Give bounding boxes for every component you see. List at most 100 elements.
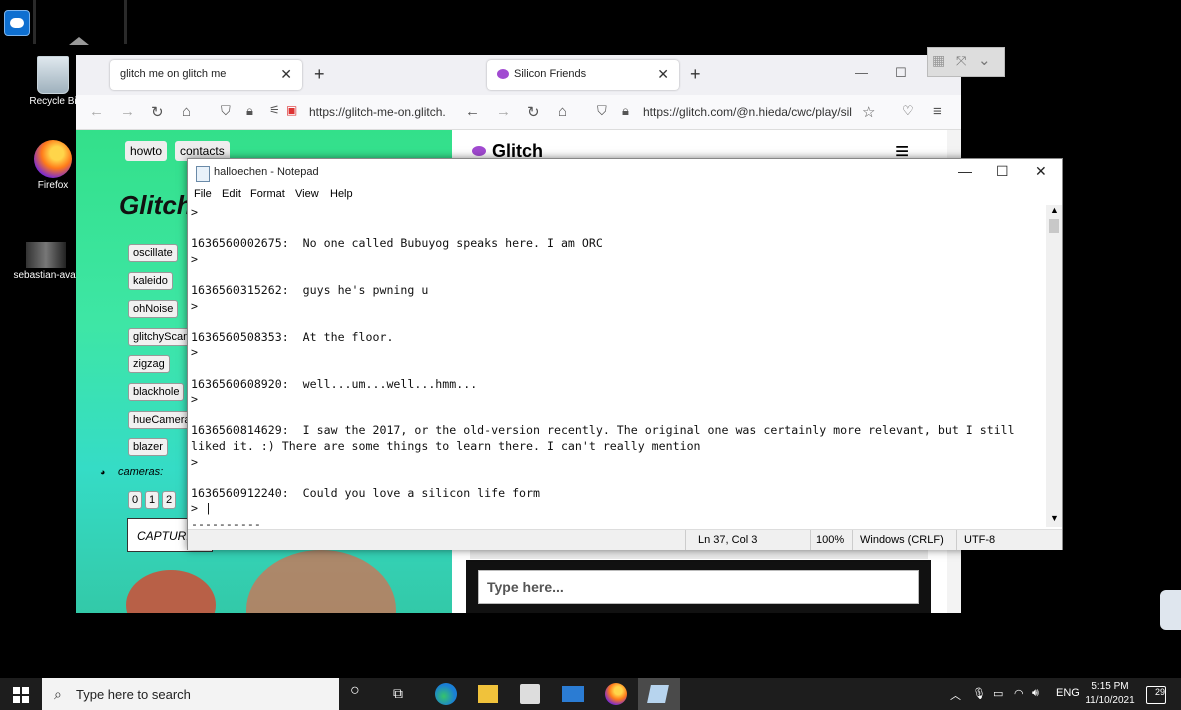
- file-explorer-icon[interactable]: [478, 685, 498, 703]
- language-indicator[interactable]: ENG: [1056, 687, 1080, 699]
- new-tab-icon[interactable]: +: [690, 64, 701, 85]
- minimize-icon[interactable]: —: [855, 65, 868, 80]
- microphone-icon[interactable]: 🎙︎: [972, 687, 986, 700]
- grid-icon[interactable]: ▦: [932, 52, 945, 69]
- lock-icon[interactable]: 🔒︎: [246, 103, 253, 119]
- chat-input[interactable]: Type here...: [478, 570, 919, 604]
- new-tab-icon[interactable]: +: [314, 64, 325, 85]
- lock-icon[interactable]: 🔒︎: [622, 103, 629, 119]
- scroll-up-icon[interactable]: ▲: [1050, 205, 1059, 215]
- notifications-icon[interactable]: 29: [1146, 686, 1166, 704]
- camera-button-0[interactable]: 0: [128, 491, 143, 509]
- text-line: >: [191, 345, 198, 360]
- menu-help[interactable]: Help: [330, 188, 353, 200]
- text-line: >: [191, 454, 198, 469]
- edge-icon[interactable]: [435, 683, 457, 705]
- cortana-icon[interactable]: ○: [350, 682, 374, 706]
- camera-blocked-icon[interactable]: ▣: [286, 103, 297, 117]
- effect-button-oscillate[interactable]: oscillate: [128, 244, 178, 262]
- shield-icon[interactable]: ⛉: [597, 103, 607, 119]
- task-view-icon[interactable]: ⧉: [393, 685, 417, 709]
- remote-toolbar-widget[interactable]: ▦ ⤧ ⌄: [927, 47, 1005, 77]
- text-line: [191, 267, 1046, 283]
- close-tab-icon[interactable]: ✕: [657, 66, 669, 83]
- home-icon[interactable]: ⌂: [182, 103, 191, 120]
- notepad-taskbar-button[interactable]: [638, 678, 680, 710]
- firefox-icon[interactable]: [605, 683, 627, 705]
- maximize-icon[interactable]: ☐: [895, 65, 907, 81]
- windows-start-icon[interactable]: [13, 687, 29, 703]
- window-title: halloechen - Notepad: [214, 166, 319, 178]
- system-clock[interactable]: 5:15 PM 11/10/2021: [1082, 680, 1138, 708]
- effect-button-blackhole[interactable]: blackhole: [128, 383, 185, 401]
- scrollbar-thumb[interactable]: [1049, 219, 1059, 233]
- battery-icon[interactable]: ▭: [993, 687, 1003, 700]
- chevron-down-icon[interactable]: ⌄: [978, 51, 991, 69]
- pocket-icon[interactable]: ♡: [902, 103, 914, 119]
- effect-button-blazer[interactable]: blazer: [128, 438, 168, 456]
- fullscreen-icon[interactable]: ⤧: [956, 53, 966, 69]
- effect-button-kaleido[interactable]: kaleido: [128, 272, 173, 290]
- store-icon[interactable]: [520, 684, 540, 704]
- status-divider: [685, 530, 686, 550]
- search-icon: ⌕: [54, 686, 62, 702]
- effect-button-zigzag[interactable]: zigzag: [128, 355, 170, 373]
- howto-link[interactable]: howto: [125, 141, 168, 161]
- tab-glitch-me[interactable]: glitch me on glitch me ✕: [110, 60, 302, 90]
- menu-format[interactable]: Format: [250, 188, 285, 200]
- teamviewer-icon[interactable]: [4, 10, 30, 36]
- text-line: 1636560814629: I saw the 2017, or the ol…: [191, 423, 1015, 438]
- menu-view[interactable]: View: [295, 188, 319, 200]
- url-field[interactable]: https://glitch.com/@n.hieda/cwc/play/sil: [643, 105, 852, 119]
- bookmark-star-icon[interactable]: ☆: [862, 103, 875, 121]
- teamviewer-side-panel-icon[interactable]: [1160, 590, 1181, 630]
- reload-icon[interactable]: ↻: [527, 103, 540, 121]
- show-hidden-icons-icon[interactable]: ︿: [950, 687, 961, 703]
- volume-icon[interactable]: 🔊︎: [1032, 687, 1039, 700]
- reload-icon[interactable]: ↻: [151, 103, 164, 121]
- mail-icon[interactable]: [562, 686, 584, 702]
- url-field[interactable]: https://glitch-me-on.glitch.: [309, 105, 446, 119]
- status-divider: [810, 530, 811, 550]
- text-line: [191, 361, 1046, 377]
- camera-button-1[interactable]: 1: [145, 491, 160, 509]
- close-tab-icon[interactable]: ✕: [280, 66, 292, 83]
- forward-icon[interactable]: →: [496, 103, 511, 120]
- camera-button-2[interactable]: 2: [162, 491, 177, 509]
- maximize-icon[interactable]: ☐: [996, 163, 1009, 180]
- tab-strip: glitch me on glitch me ✕ +: [76, 55, 454, 95]
- forward-icon[interactable]: →: [120, 103, 135, 120]
- status-divider: [956, 530, 957, 550]
- text-editor-area[interactable]: > 1636560002675: No one called Bubuyog s…: [191, 205, 1046, 527]
- permissions-icon[interactable]: ⚟: [269, 103, 280, 117]
- menu-icon[interactable]: ≡: [933, 103, 942, 120]
- effect-button-glitchyscan[interactable]: glitchyScan: [128, 328, 195, 346]
- camera-icon: ◕: [100, 467, 106, 477]
- vertical-scrollbar[interactable]: ▲ ▼: [1046, 205, 1062, 527]
- effect-button-ohnoise[interactable]: ohNoise: [128, 300, 179, 318]
- shield-icon[interactable]: ⛉: [221, 103, 231, 119]
- close-icon[interactable]: ✕: [1035, 163, 1047, 180]
- glitch-logo-icon: [472, 146, 486, 156]
- notepad-icon: [647, 685, 669, 703]
- menu-edit[interactable]: Edit: [222, 188, 241, 200]
- tab-silicon-friends[interactable]: Silicon Friends ✕: [487, 60, 679, 90]
- scroll-down-icon[interactable]: ▼: [1050, 513, 1059, 523]
- encoding: UTF-8: [964, 534, 996, 546]
- notepad-icon: [196, 166, 210, 182]
- desktop-icon-sebastian[interactable]: sebastian-avat: [10, 242, 82, 281]
- firefox-icon: [34, 140, 72, 178]
- taskbar-search[interactable]: ⌕ Type here to search: [42, 678, 339, 710]
- search-placeholder: Type here to search: [76, 687, 191, 702]
- nav-bar: ← → ↻ ⌂ ⛉ 🔒︎ https://glitch.com/@n.hieda…: [452, 95, 961, 130]
- wifi-icon[interactable]: ◠: [1014, 687, 1024, 700]
- collapse-caret-icon[interactable]: [69, 37, 89, 45]
- effect-button-huecamera[interactable]: hueCamera: [128, 411, 196, 429]
- back-icon[interactable]: ←: [465, 103, 480, 120]
- home-icon[interactable]: ⌂: [558, 103, 567, 120]
- status-bar: Ln 37, Col 3 100% Windows (CRLF) UTF-8: [188, 529, 1062, 550]
- back-icon[interactable]: ←: [89, 103, 104, 120]
- menu-file[interactable]: File: [194, 188, 212, 200]
- minimize-icon[interactable]: —: [958, 163, 972, 179]
- site-favicon-icon: [497, 69, 509, 79]
